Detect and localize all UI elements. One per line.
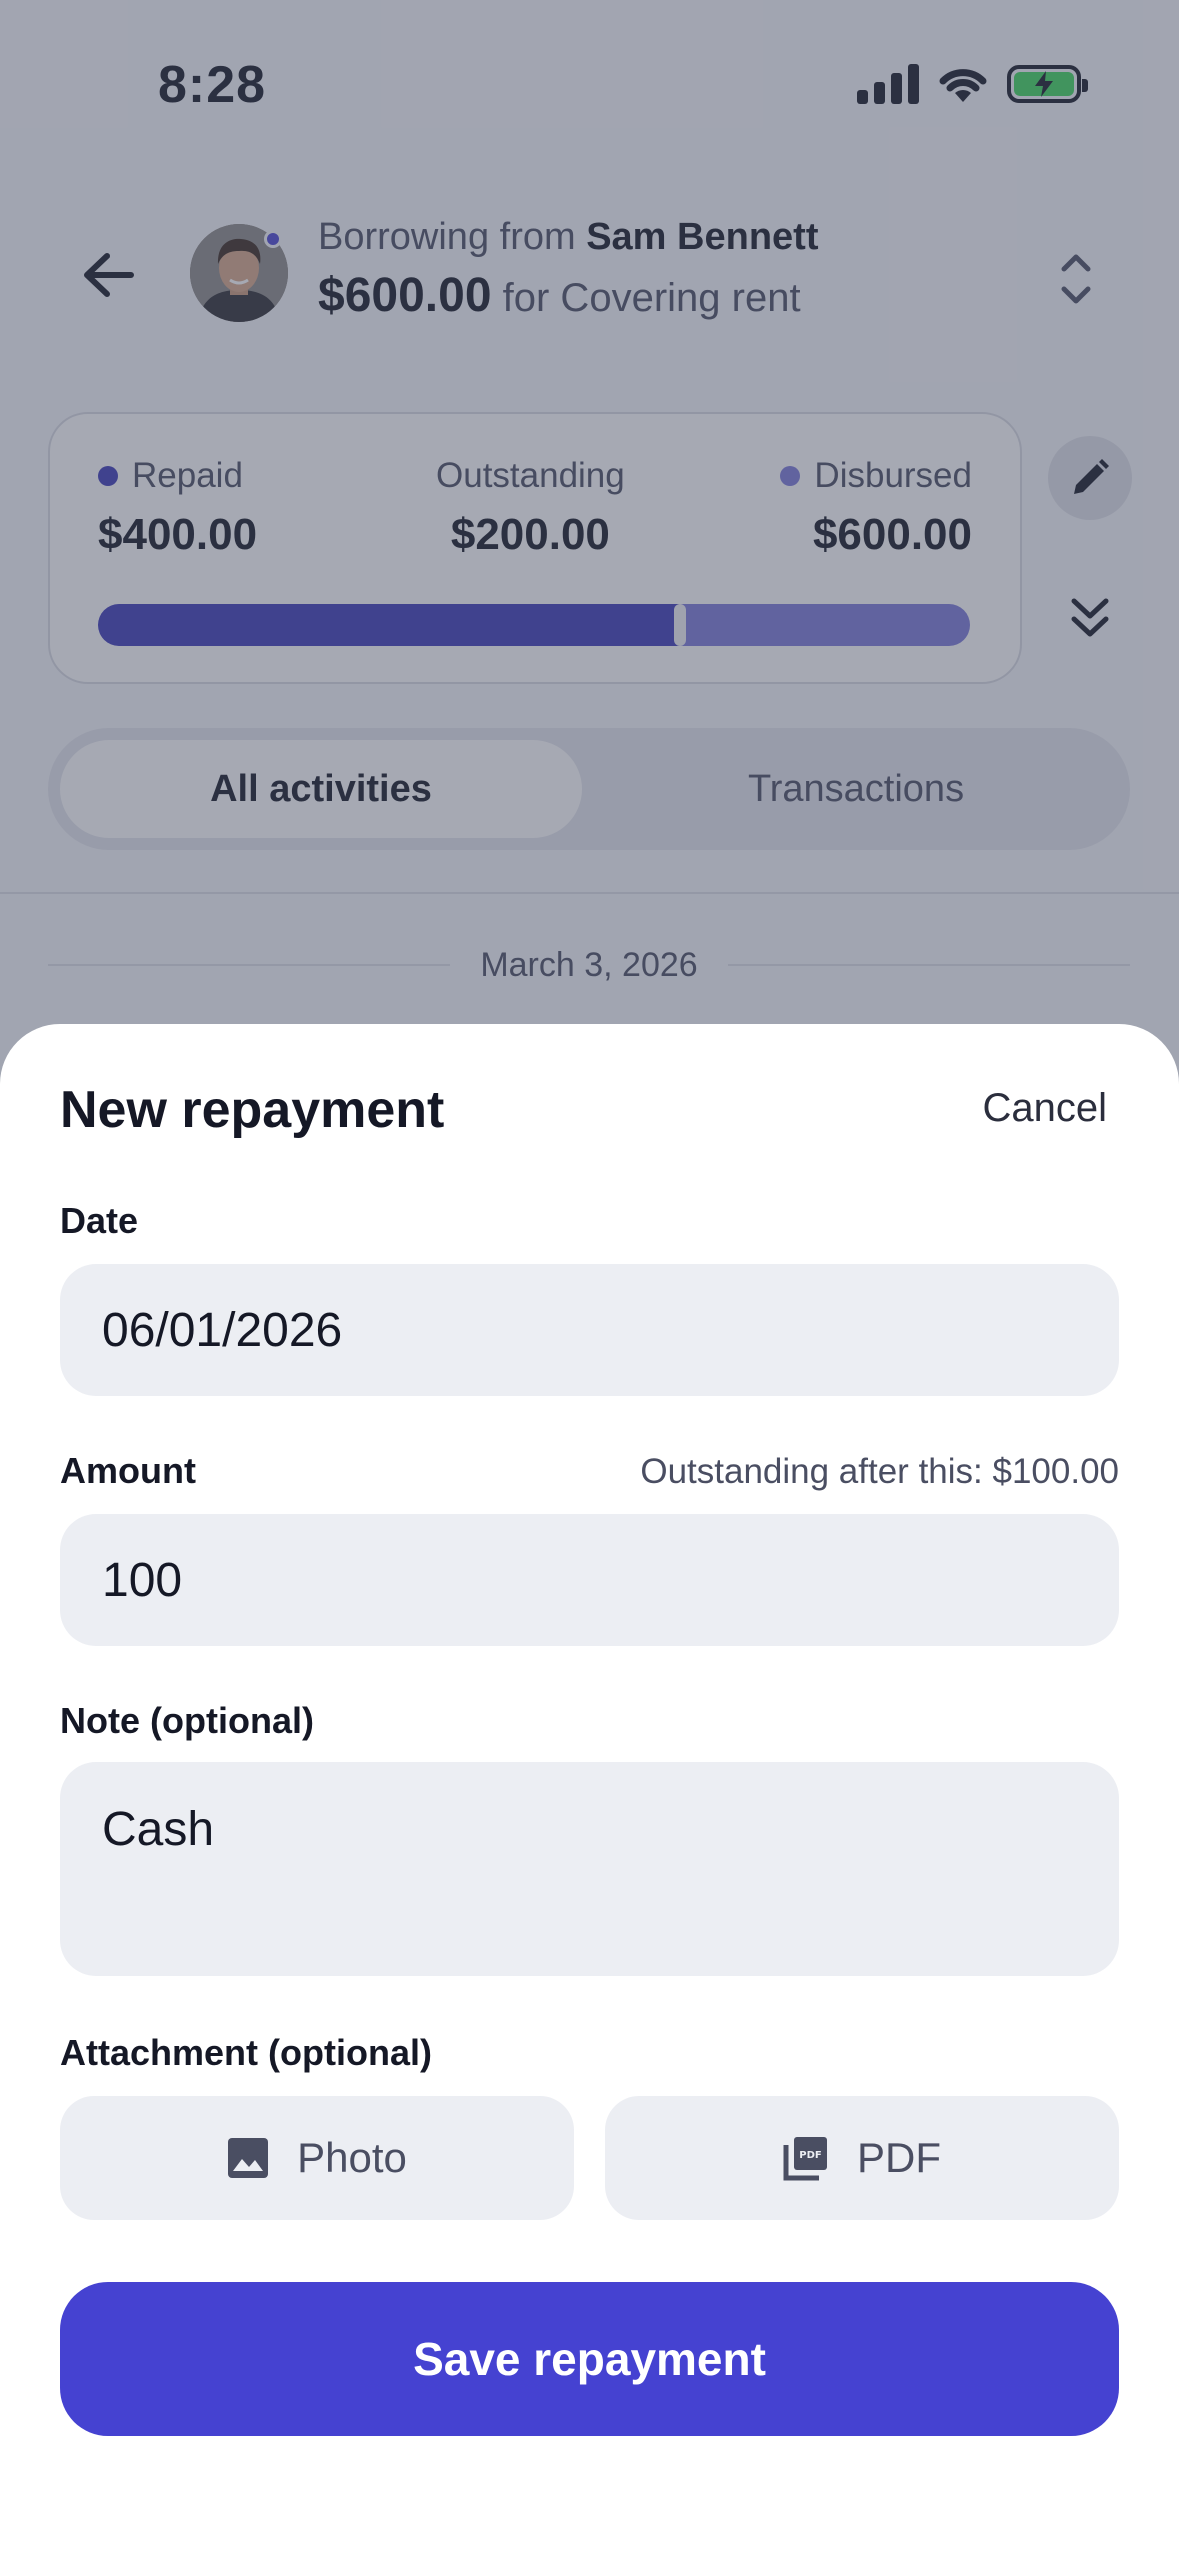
photo-label: Photo	[297, 2134, 407, 2181]
attach-photo-button[interactable]: Photo	[60, 2096, 574, 2220]
svg-text:PDF: PDF	[799, 2150, 821, 2161]
note-field[interactable]: Cash	[60, 1762, 1119, 1976]
attach-pdf-button[interactable]: PDF PDF	[605, 2096, 1119, 2220]
amount-value: 100	[102, 1553, 183, 1607]
amount-field[interactable]: 100	[60, 1514, 1119, 1646]
date-value: 06/01/2026	[102, 1303, 343, 1357]
save-repayment-button[interactable]: Save repayment	[60, 2282, 1119, 2436]
note-label: Note (optional)	[60, 1700, 314, 1741]
amount-label: Amount	[60, 1450, 196, 1491]
image-icon	[228, 2138, 269, 2178]
sheet-title: New repayment	[60, 1081, 445, 1139]
note-value: Cash	[102, 1803, 215, 1856]
pdf-label: PDF	[857, 2134, 941, 2181]
pdf-file-icon: PDF	[783, 2137, 827, 2181]
date-label: Date	[60, 1200, 139, 1241]
outstanding-after-hint: Outstanding after this: $100.00	[640, 1452, 1119, 1491]
screen: 8:28 Borrowing from Sam Bennett $600.00 …	[0, 0, 1179, 2556]
cancel-button[interactable]: Cancel	[982, 1086, 1107, 1131]
date-field[interactable]: 06/01/2026	[60, 1264, 1119, 1396]
attachment-label: Attachment (optional)	[60, 2032, 432, 2073]
